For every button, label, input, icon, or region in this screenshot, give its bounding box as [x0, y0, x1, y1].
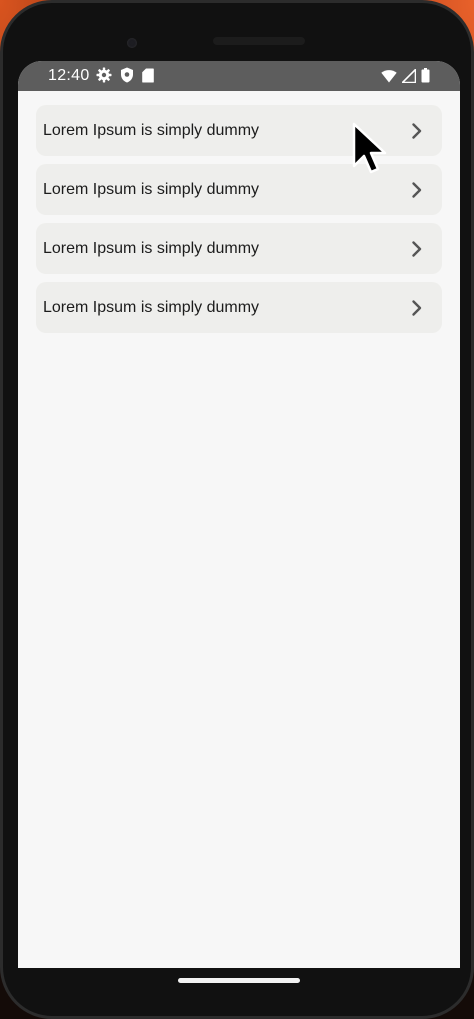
list-item-label: Lorem Ipsum is simply dummy — [43, 121, 260, 139]
wifi-icon — [381, 69, 397, 88]
item-list: Lorem Ipsum is simply dummy Lorem Ipsum … — [36, 105, 442, 341]
list-item-label: Lorem Ipsum is simply dummy — [43, 180, 260, 198]
app-screen: 12:40 Lorem Ipsum is simply dummy Lorem … — [18, 61, 460, 968]
phone-frame: 12:40 Lorem Ipsum is simply dummy Lorem … — [0, 0, 474, 1019]
list-item-label: Lorem Ipsum is simply dummy — [43, 298, 260, 316]
front-camera — [127, 38, 137, 48]
chevron-right-icon — [410, 122, 424, 140]
chevron-right-icon — [410, 181, 424, 199]
list-item[interactable]: Lorem Ipsum is simply dummy — [36, 164, 442, 215]
status-system-icons — [381, 67, 430, 88]
status-time: 12:40 — [48, 67, 90, 84]
earpiece-speaker — [213, 37, 305, 45]
battery-icon — [421, 68, 430, 88]
sd-card-icon — [142, 68, 154, 88]
list-item-label: Lorem Ipsum is simply dummy — [43, 239, 260, 257]
status-bar: 12:40 — [18, 61, 460, 91]
chevron-right-icon — [410, 240, 424, 258]
gesture-navigation-handle[interactable] — [178, 978, 300, 983]
list-item[interactable]: Lorem Ipsum is simply dummy — [36, 282, 442, 333]
list-item[interactable]: Lorem Ipsum is simply dummy — [36, 105, 442, 156]
list-item[interactable]: Lorem Ipsum is simply dummy — [36, 223, 442, 274]
status-notification-icons — [96, 67, 154, 88]
shield-icon — [120, 67, 134, 88]
signal-icon — [400, 67, 417, 88]
settings-icon — [96, 67, 112, 88]
chevron-right-icon — [410, 299, 424, 317]
